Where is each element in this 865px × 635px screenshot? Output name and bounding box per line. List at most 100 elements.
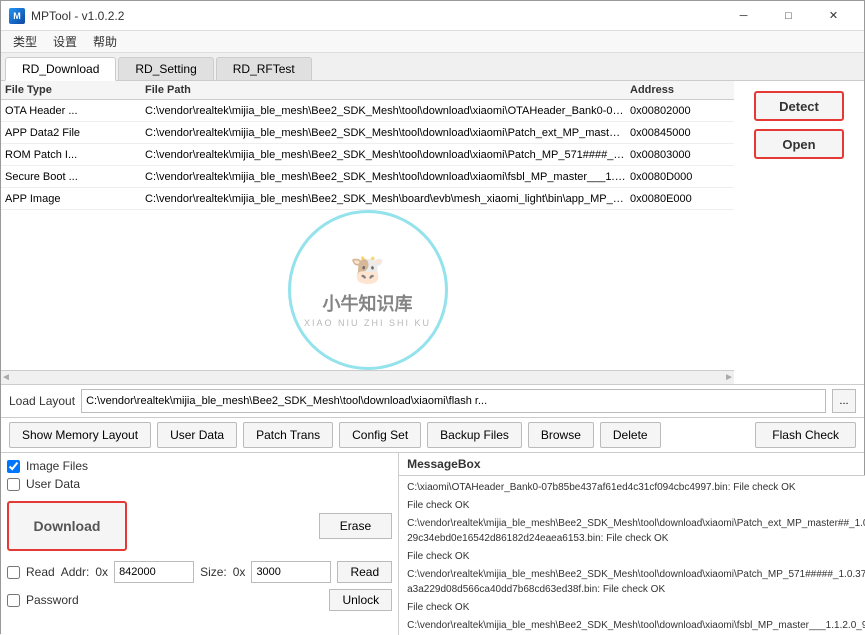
tab-rd-rftest[interactable]: RD_RFTest bbox=[216, 57, 312, 80]
unlock-button[interactable]: Unlock bbox=[329, 589, 392, 611]
user-data-checkbox[interactable] bbox=[7, 478, 20, 491]
message-line: File check OK bbox=[407, 549, 865, 564]
layout-browse-button[interactable]: ... bbox=[832, 389, 856, 413]
show-memory-layout-button[interactable]: Show Memory Layout bbox=[9, 422, 151, 448]
cell-type-4: APP Image bbox=[5, 193, 145, 205]
size-prefix: 0x bbox=[233, 565, 246, 579]
left-panel: Image Files User Data Download Erase Rea… bbox=[1, 453, 399, 635]
watermark-area: 🐮 小牛知识库 XIAO NIU ZHI SHI KU bbox=[1, 210, 734, 370]
cell-addr-1: 0x00845000 bbox=[630, 127, 730, 139]
image-files-label: Image Files bbox=[26, 459, 88, 473]
message-box[interactable]: C:\xiaomi\OTAHeader_Bank0-07b85be437af61… bbox=[399, 476, 865, 635]
layout-path-input[interactable] bbox=[81, 389, 826, 413]
file-table-container: File Type File Path Address OTA Header .… bbox=[1, 81, 734, 384]
message-line: C:\vendor\realtek\mijia_ble_mesh\Bee2_SD… bbox=[407, 618, 865, 635]
message-line: File check OK bbox=[407, 600, 865, 615]
erase-button[interactable]: Erase bbox=[319, 513, 392, 539]
browse-button[interactable]: Browse bbox=[528, 422, 594, 448]
image-files-checkbox[interactable] bbox=[7, 460, 20, 473]
load-layout-label: Load Layout bbox=[9, 394, 75, 408]
tab-rd-setting[interactable]: RD_Setting bbox=[118, 57, 213, 80]
delete-button[interactable]: Delete bbox=[600, 422, 661, 448]
addr-input[interactable] bbox=[114, 561, 194, 583]
user-data-button[interactable]: User Data bbox=[157, 422, 237, 448]
download-area: Download Erase bbox=[7, 501, 392, 551]
main-content: File Type File Path Address OTA Header .… bbox=[1, 81, 864, 635]
cell-path-3: C:\vendor\realtek\mijia_ble_mesh\Bee2_SD… bbox=[145, 171, 630, 183]
image-files-row: Image Files bbox=[7, 459, 392, 473]
window-title: MPTool - v1.0.2.2 bbox=[31, 9, 124, 23]
app-icon: M bbox=[9, 8, 25, 24]
download-button[interactable]: Download bbox=[7, 501, 127, 551]
col-file-path: File Path bbox=[145, 84, 630, 96]
password-label: Password bbox=[26, 593, 79, 607]
table-row[interactable]: APP Data2 File C:\vendor\realtek\mijia_b… bbox=[1, 122, 734, 144]
cell-type-3: Secure Boot ... bbox=[5, 171, 145, 183]
open-button[interactable]: Open bbox=[754, 129, 844, 159]
top-section: File Type File Path Address OTA Header .… bbox=[1, 81, 864, 385]
col-address: Address bbox=[630, 84, 730, 96]
tabs-bar: RD_Download RD_Setting RD_RFTest bbox=[1, 53, 864, 81]
watermark-pinyin: XIAO NIU ZHI SHI KU bbox=[304, 318, 431, 328]
watermark-chinese: 小牛知识库 bbox=[323, 290, 413, 316]
menu-help[interactable]: 帮助 bbox=[85, 31, 125, 52]
right-buttons-panel: Detect Open bbox=[734, 81, 864, 384]
watermark-logo: 🐮 bbox=[350, 253, 385, 286]
load-layout-row: Load Layout ... bbox=[1, 385, 864, 418]
menu-types[interactable]: 类型 bbox=[5, 31, 45, 52]
password-checkbox[interactable] bbox=[7, 594, 20, 607]
col-file-type: File Type bbox=[5, 84, 145, 96]
cell-addr-0: 0x00802000 bbox=[630, 105, 730, 117]
message-line: C:\vendor\realtek\mijia_ble_mesh\Bee2_SD… bbox=[407, 567, 865, 597]
backup-files-button[interactable]: Backup Files bbox=[427, 422, 522, 448]
table-row[interactable]: Secure Boot ... C:\vendor\realtek\mijia_… bbox=[1, 166, 734, 188]
table-row[interactable]: OTA Header ... C:\vendor\realtek\mijia_b… bbox=[1, 100, 734, 122]
cell-type-2: ROM Patch I... bbox=[5, 149, 145, 161]
table-row[interactable]: ROM Patch I... C:\vendor\realtek\mijia_b… bbox=[1, 144, 734, 166]
action-buttons-row: Show Memory Layout User Data Patch Trans… bbox=[1, 418, 864, 453]
user-data-row: User Data bbox=[7, 477, 392, 491]
read-button[interactable]: Read bbox=[337, 561, 392, 583]
right-panel: MessageBox C:\xiaomi\OTAHeader_Bank0-07b… bbox=[399, 453, 865, 635]
table-row[interactable]: APP Image C:\vendor\realtek\mijia_ble_me… bbox=[1, 188, 734, 210]
addr-prefix: 0x bbox=[95, 565, 108, 579]
message-line: C:\vendor\realtek\mijia_ble_mesh\Bee2_SD… bbox=[407, 516, 865, 546]
user-data-label: User Data bbox=[26, 477, 80, 491]
table-header: File Type File Path Address bbox=[1, 81, 734, 100]
table-body: OTA Header ... C:\vendor\realtek\mijia_b… bbox=[1, 100, 734, 210]
cell-addr-3: 0x0080D000 bbox=[630, 171, 730, 183]
password-row: Password Unlock bbox=[7, 589, 392, 611]
menu-settings[interactable]: 设置 bbox=[45, 31, 85, 52]
message-line: File check OK bbox=[407, 498, 865, 513]
watermark-circle: 🐮 小牛知识库 XIAO NIU ZHI SHI KU bbox=[288, 210, 448, 370]
patch-trans-button[interactable]: Patch Trans bbox=[243, 422, 333, 448]
cell-path-1: C:\vendor\realtek\mijia_ble_mesh\Bee2_SD… bbox=[145, 127, 630, 139]
cell-path-4: C:\vendor\realtek\mijia_ble_mesh\Bee2_SD… bbox=[145, 193, 630, 205]
read-checkbox[interactable] bbox=[7, 566, 20, 579]
detect-button[interactable]: Detect bbox=[754, 91, 844, 121]
messagebox-label: MessageBox bbox=[399, 453, 865, 476]
addr-label: Addr: bbox=[61, 565, 90, 579]
minimize-button[interactable]: ─ bbox=[721, 1, 766, 31]
flash-check-button[interactable]: Flash Check bbox=[755, 422, 856, 448]
tab-rd-download[interactable]: RD_Download bbox=[5, 57, 116, 81]
window-controls: ─ □ ✕ bbox=[721, 1, 856, 31]
read-checkbox-label: Read bbox=[26, 565, 55, 579]
size-label: Size: bbox=[200, 565, 227, 579]
config-set-button[interactable]: Config Set bbox=[339, 422, 421, 448]
menu-bar: 类型 设置 帮助 bbox=[1, 31, 864, 53]
close-button[interactable]: ✕ bbox=[811, 1, 856, 31]
read-row: Read Addr: 0x Size: 0x Read bbox=[7, 561, 392, 583]
horizontal-scrollbar[interactable]: ◄ ► bbox=[1, 370, 734, 384]
message-line: C:\xiaomi\OTAHeader_Bank0-07b85be437af61… bbox=[407, 480, 865, 495]
bottom-section: Image Files User Data Download Erase Rea… bbox=[1, 453, 864, 635]
cell-addr-4: 0x0080E000 bbox=[630, 193, 730, 205]
cell-type-1: APP Data2 File bbox=[5, 127, 145, 139]
cell-addr-2: 0x00803000 bbox=[630, 149, 730, 161]
title-bar: M MPTool - v1.0.2.2 ─ □ ✕ bbox=[1, 1, 864, 31]
cell-path-0: C:\vendor\realtek\mijia_ble_mesh\Bee2_SD… bbox=[145, 105, 630, 117]
cell-type-0: OTA Header ... bbox=[5, 105, 145, 117]
maximize-button[interactable]: □ bbox=[766, 1, 811, 31]
cell-path-2: C:\vendor\realtek\mijia_ble_mesh\Bee2_SD… bbox=[145, 149, 630, 161]
size-input[interactable] bbox=[251, 561, 331, 583]
